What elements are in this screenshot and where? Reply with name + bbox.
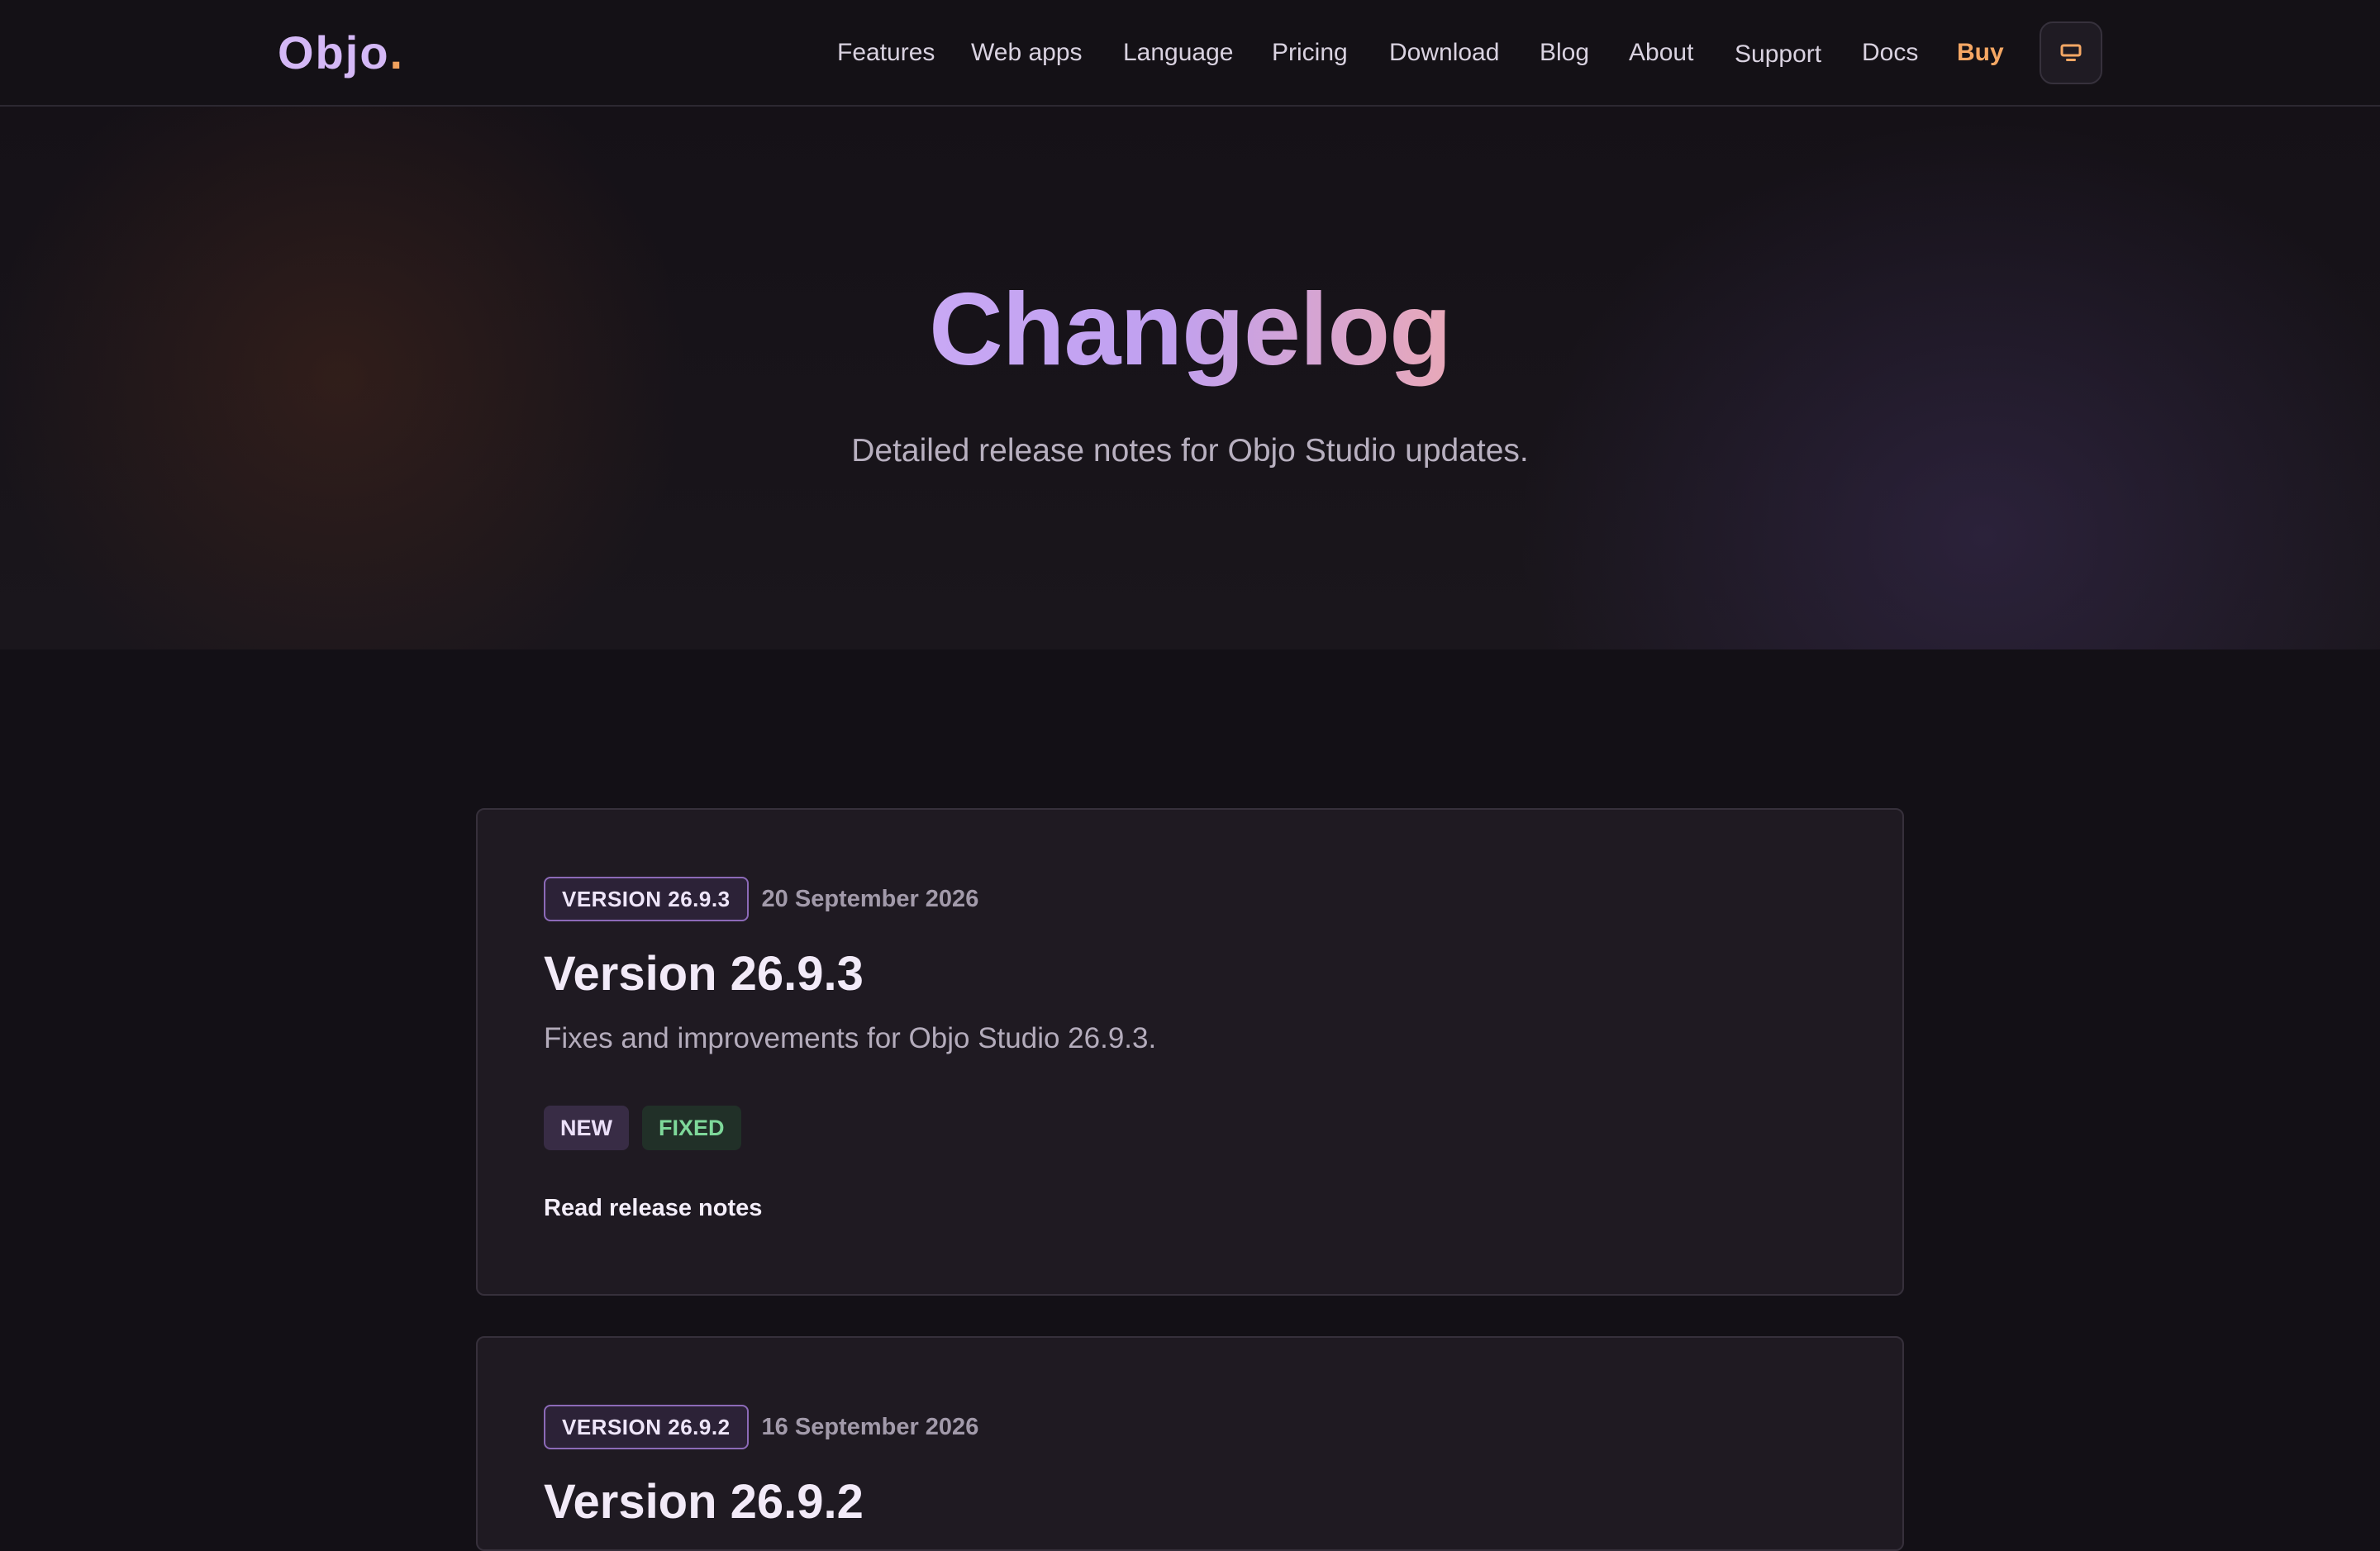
- release-meta: VERSION 26.9.2 16 September 2026: [544, 1404, 978, 1450]
- version-badge: VERSION 26.9.2: [544, 1405, 749, 1449]
- monitor-icon: [2060, 44, 2082, 61]
- page-subtitle: Detailed release notes for Objo Studio u…: [851, 433, 1529, 469]
- page-title-text: Changelog: [929, 273, 1452, 387]
- theme-toggle-button[interactable]: [2040, 21, 2102, 84]
- nav-language[interactable]: Language: [1123, 36, 1233, 69]
- nav-docs[interactable]: Docs: [1862, 36, 1918, 69]
- release-card: VERSION 26.9.2 16 September 2026 Version…: [476, 1336, 1904, 1551]
- release-title: Version 26.9.2: [544, 1475, 864, 1529]
- hero-section: Changelog Detailed release notes for Obj…: [0, 107, 2380, 649]
- nav-blog[interactable]: Blog: [1540, 36, 1589, 69]
- nav-web-apps[interactable]: Web apps: [971, 36, 1083, 69]
- read-release-notes-link[interactable]: Read release notes: [544, 1192, 762, 1225]
- page-title: Changelog: [0, 272, 2380, 388]
- release-title: Version 26.9.3: [544, 947, 864, 1001]
- nav-download[interactable]: Download: [1389, 36, 1499, 69]
- site-header: Objo. Features Web apps Language Pricing…: [0, 0, 2380, 107]
- release-date: 20 September 2026: [761, 885, 979, 912]
- release-meta: VERSION 26.9.3 20 September 2026: [544, 876, 978, 922]
- nav-features[interactable]: Features: [837, 36, 935, 69]
- release-card: VERSION 26.9.3 20 September 2026 Version…: [476, 808, 1904, 1296]
- tag-fixed: FIXED: [642, 1106, 741, 1150]
- main-nav: Features Web apps Language Pricing Downl…: [0, 0, 2380, 105]
- nav-pricing[interactable]: Pricing: [1272, 36, 1348, 69]
- tag-new: NEW: [544, 1106, 629, 1150]
- nav-buy[interactable]: Buy: [1957, 36, 2004, 69]
- release-description: Fixes and improvements for Objo Studio 2…: [544, 1022, 1157, 1054]
- release-tags: NEW FIXED: [544, 1106, 754, 1150]
- version-badge: VERSION 26.9.3: [544, 877, 749, 921]
- nav-about[interactable]: About: [1629, 36, 1693, 69]
- release-date: 16 September 2026: [761, 1413, 979, 1440]
- nav-support[interactable]: Support: [1735, 38, 1821, 71]
